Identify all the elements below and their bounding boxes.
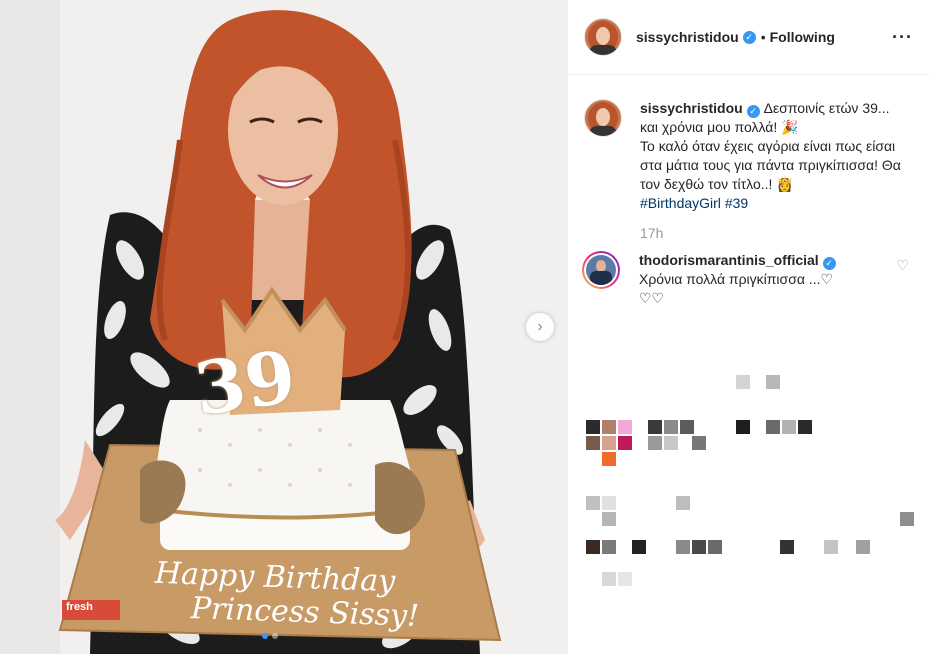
comment: thodorismarantinis_official ✓ Χρόνια πολλ… — [568, 241, 929, 308]
post-timestamp[interactable]: 17h — [640, 225, 929, 241]
more-options-icon[interactable]: ··· — [892, 27, 913, 48]
caption-text: sissychristidou ✓ Δεσποινίς ετών 39... κα… — [640, 99, 910, 213]
photo-illustration — [0, 0, 567, 654]
avatar[interactable] — [584, 18, 622, 56]
header-username[interactable]: sissychristidou — [636, 29, 739, 45]
caption-line2: Το καλό όταν έχεις αγόρια είναι πως είσα… — [640, 138, 901, 192]
carousel-dot-active — [262, 633, 268, 639]
hashtag-39[interactable]: #39 — [725, 195, 748, 211]
carousel-dot — [272, 633, 278, 639]
comment-username[interactable]: thodorismarantinis_official — [639, 252, 819, 268]
verified-badge-icon: ✓ — [822, 257, 836, 270]
post-photo[interactable]: 39 Happy Birthday Princess Sissy! fresh … — [0, 0, 567, 654]
verified-badge-icon: ✓ — [746, 105, 760, 118]
hashtag-birthdaygirl[interactable]: #BirthdayGirl — [640, 195, 721, 211]
cake-number: 39 — [189, 333, 301, 432]
commenter-avatar[interactable] — [582, 251, 620, 289]
following-button[interactable]: Following — [770, 29, 835, 45]
caption: sissychristidou ✓ Δεσποινίς ετών 39... κα… — [568, 75, 929, 213]
follow-separator: • — [760, 29, 766, 45]
carousel-indicator — [262, 633, 278, 639]
post-side-panel: sissychristidou ✓ • Following ··· sissyc… — [567, 0, 929, 654]
pixelated-comments-area — [568, 350, 929, 654]
chevron-right-icon: › — [537, 318, 543, 335]
post-header: sissychristidou ✓ • Following ··· — [568, 0, 929, 75]
next-photo-button[interactable]: › — [526, 313, 554, 341]
caption-avatar[interactable] — [584, 99, 622, 137]
comment-body: Χρόνια πολλά πριγκίπισσα ...♡ — [639, 271, 834, 287]
caption-username[interactable]: sissychristidou — [640, 100, 743, 116]
like-comment-heart-icon[interactable]: ♡ — [896, 257, 909, 274]
board-label: fresh — [66, 601, 93, 613]
comment-hearts: ♡♡ — [639, 290, 665, 306]
verified-badge-icon: ✓ — [742, 30, 756, 44]
comment-text: thodorismarantinis_official ✓ Χρόνια πολλ… — [639, 251, 836, 308]
